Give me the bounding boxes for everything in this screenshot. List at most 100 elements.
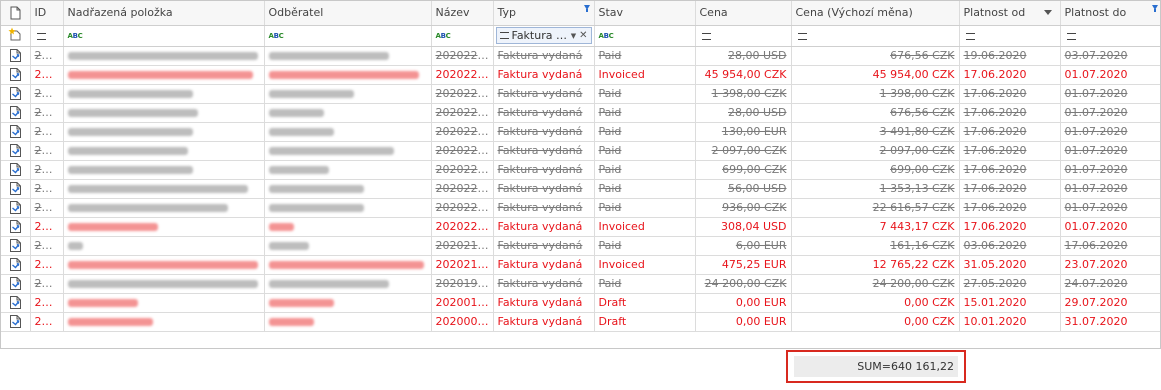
cell-customer[interactable]	[264, 141, 432, 161]
text-filter-icon[interactable]: ABC	[68, 32, 83, 41]
cell-parent[interactable]	[63, 84, 265, 104]
cell-parent[interactable]	[63, 103, 265, 123]
cell-valid-to[interactable]: 31.07.2020	[1060, 312, 1160, 332]
cell-type[interactable]: Faktura vydaná	[493, 65, 595, 85]
cell-state[interactable]: Paid	[594, 141, 696, 161]
cell-customer[interactable]	[264, 255, 432, 275]
cell-valid-from[interactable]: 17.06.2020	[959, 217, 1061, 237]
cell-type[interactable]: Faktura vydaná	[493, 255, 595, 275]
cell-customer[interactable]	[264, 236, 432, 256]
table-row[interactable]: 22... 20202254 Faktura vydaná Paid 56,00 USD…	[1, 179, 1160, 199]
column-header-name[interactable]: Název	[431, 1, 494, 26]
cell-valid-to[interactable]: 01.07.2020	[1060, 65, 1160, 85]
cell-name[interactable]: 20202190	[431, 236, 494, 256]
cell-state[interactable]: Paid	[594, 103, 696, 123]
new-document-header-icon[interactable]	[1, 1, 31, 26]
cell-valid-from[interactable]: 03.06.2020	[959, 236, 1061, 256]
cell-id[interactable]: 22...	[30, 255, 64, 275]
cell-state[interactable]: Draft	[594, 293, 696, 313]
cell-price[interactable]: 475,25 EUR	[695, 255, 792, 275]
cell-valid-to[interactable]: 01.07.2020	[1060, 141, 1160, 161]
cell-id[interactable]: 22...	[30, 236, 64, 256]
row-document-icon[interactable]	[1, 46, 31, 66]
cell-id[interactable]: 22...	[30, 198, 64, 218]
cell-customer[interactable]	[264, 293, 432, 313]
column-header-state[interactable]: Stav	[594, 1, 696, 26]
cell-state[interactable]: Draft	[594, 312, 696, 332]
cell-price-home[interactable]: 1 353,13 CZK	[791, 179, 960, 199]
cell-valid-to[interactable]: 03.07.2020	[1060, 46, 1160, 66]
cell-price-home[interactable]: 7 443,17 CZK	[791, 217, 960, 237]
cell-price[interactable]: 45 954,00 CZK	[695, 65, 792, 85]
cell-parent[interactable]	[63, 46, 265, 66]
cell-name[interactable]: 20202256	[431, 160, 494, 180]
cell-type[interactable]: Faktura vydaná	[493, 179, 595, 199]
cell-name[interactable]: 20200101	[431, 293, 494, 313]
cell-parent[interactable]	[63, 65, 265, 85]
cell-state[interactable]: Invoiced	[594, 217, 696, 237]
cell-valid-to[interactable]: 01.07.2020	[1060, 103, 1160, 123]
equals-operator-icon[interactable]	[1066, 32, 1076, 40]
cell-valid-from[interactable]: 17.06.2020	[959, 198, 1061, 218]
cell-price-home[interactable]: 12 765,22 CZK	[791, 255, 960, 275]
cell-id[interactable]: 22...	[30, 122, 64, 142]
cell-customer[interactable]	[264, 103, 432, 123]
cell-price[interactable]: 0,00 EUR	[695, 293, 792, 313]
cell-name[interactable]: 20202161	[431, 255, 494, 275]
cell-id[interactable]: 22...	[30, 65, 64, 85]
cell-parent[interactable]	[63, 236, 265, 256]
cell-state[interactable]: Paid	[594, 179, 696, 199]
row-document-icon[interactable]	[1, 65, 31, 85]
filter-cell-valid-from[interactable]	[959, 25, 1061, 47]
cell-parent[interactable]	[63, 122, 265, 142]
table-row[interactable]: 22... 20202256 Faktura vydaná Paid 699,00 CZ…	[1, 160, 1160, 180]
cell-parent[interactable]	[63, 198, 265, 218]
table-row[interactable]: 22... 20202257 Faktura vydaná Invoiced 308,0…	[1, 217, 1160, 237]
table-row[interactable]: 22... 20202255 Faktura vydaná Paid 936,00 CZ…	[1, 198, 1160, 218]
equals-operator-icon[interactable]	[36, 32, 46, 40]
cell-valid-from[interactable]: 15.01.2020	[959, 293, 1061, 313]
column-header-id[interactable]: ID	[30, 1, 64, 26]
type-filter-value[interactable]: Faktura vydaná	[512, 29, 568, 42]
filter-funnel-icon[interactable]	[583, 5, 590, 12]
cell-valid-to[interactable]: 01.07.2020	[1060, 84, 1160, 104]
cell-name[interactable]: 20202258	[431, 141, 494, 161]
column-header-customer[interactable]: Odběratel	[264, 1, 432, 26]
cell-parent[interactable]	[63, 293, 265, 313]
cell-price-home[interactable]: 45 954,00 CZK	[791, 65, 960, 85]
cell-type[interactable]: Faktura vydaná	[493, 122, 595, 142]
row-document-icon[interactable]	[1, 236, 31, 256]
filter-cell-state[interactable]: ABC	[594, 25, 696, 47]
cell-parent[interactable]	[63, 312, 265, 332]
cell-price[interactable]: 56,00 USD	[695, 179, 792, 199]
cell-parent[interactable]	[63, 274, 265, 294]
cell-customer[interactable]	[264, 274, 432, 294]
filter-cell-valid-to[interactable]	[1060, 25, 1160, 47]
cell-customer[interactable]	[264, 312, 432, 332]
table-row[interactable]: 20... 20200036 Faktura vydaná Draft 0,00 EUR…	[1, 312, 1160, 332]
cell-state[interactable]: Paid	[594, 84, 696, 104]
cell-id[interactable]: 22...	[30, 141, 64, 161]
cell-valid-from[interactable]: 17.06.2020	[959, 160, 1061, 180]
cell-id[interactable]: 20...	[30, 293, 64, 313]
row-document-icon[interactable]	[1, 122, 31, 142]
cell-valid-from[interactable]: 17.06.2020	[959, 122, 1061, 142]
table-row[interactable]: 22... 20202258 Faktura vydaná Paid 2 097,00 …	[1, 141, 1160, 161]
table-row[interactable]: 22... 20202291 Faktura vydaná Paid 28,00 USD…	[1, 46, 1160, 66]
cell-type[interactable]: Faktura vydaná	[493, 312, 595, 332]
equals-operator-icon[interactable]	[965, 32, 975, 40]
cell-state[interactable]: Paid	[594, 236, 696, 256]
cell-price[interactable]: 936,00 CZK	[695, 198, 792, 218]
cell-price[interactable]: 0,00 EUR	[695, 312, 792, 332]
cell-name[interactable]: 20201914	[431, 274, 494, 294]
filter-funnel-icon[interactable]	[1151, 5, 1158, 12]
text-filter-icon[interactable]: ABC	[599, 32, 614, 41]
cell-id[interactable]: 22...	[30, 46, 64, 66]
cell-name[interactable]: 20202255	[431, 198, 494, 218]
row-document-icon[interactable]	[1, 198, 31, 218]
equals-operator-icon[interactable]	[499, 32, 509, 39]
cell-id[interactable]: 22...	[30, 160, 64, 180]
table-row[interactable]: 21... 20201914 Faktura vydaná Paid 24 200,00…	[1, 274, 1160, 294]
column-header-type[interactable]: Typ	[493, 1, 595, 26]
filter-cell-customer[interactable]: ABC	[264, 25, 432, 47]
